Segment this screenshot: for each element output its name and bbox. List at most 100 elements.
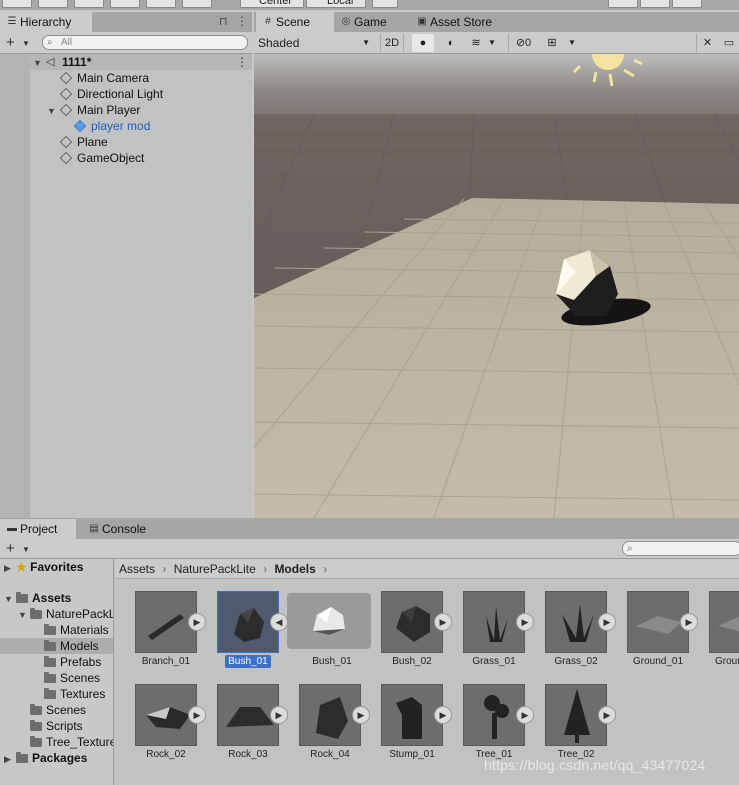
tree-item-prefabs[interactable]: Prefabs xyxy=(44,654,101,670)
hierarchy-item-main-player[interactable]: Main Player xyxy=(59,102,140,118)
tab-asset-store[interactable]: ▣ Asset Store xyxy=(410,12,510,32)
create-plus-icon[interactable]: + xyxy=(6,35,15,50)
expand-triangle-icon[interactable]: ▼ xyxy=(33,58,42,68)
tree-item-scenes[interactable]: Scenes xyxy=(30,702,86,718)
play-button[interactable] xyxy=(608,0,638,8)
hierarchy-item-main-camera[interactable]: Main Camera xyxy=(59,70,149,86)
rotate-tool-button[interactable] xyxy=(74,0,104,8)
rect-tool-button[interactable] xyxy=(146,0,176,8)
shading-mode-dropdown[interactable]: Shaded ▼ xyxy=(256,34,374,52)
pivot-center-toggle[interactable]: Center xyxy=(240,0,304,8)
asset-tile[interactable]: ▶ Rock_03 xyxy=(213,684,293,770)
expand-arrow-icon[interactable]: ▶ xyxy=(434,706,452,724)
scene-viewport[interactable] xyxy=(254,54,739,518)
snap-button[interactable] xyxy=(372,0,398,8)
tree-item-textures[interactable]: Textures xyxy=(44,686,105,702)
hierarchy-item-plane[interactable]: Plane xyxy=(59,134,108,150)
tree-item-assets[interactable]: Assets xyxy=(16,590,71,606)
tab-project[interactable]: ▬ Project xyxy=(0,519,76,539)
asset-tile[interactable]: ▶ Grass_02 xyxy=(541,591,621,677)
hidden-objects-toggle[interactable]: ⊘0 xyxy=(508,34,538,52)
lock-icon[interactable]: ⊓ xyxy=(219,15,228,28)
asset-label: Bush_01 xyxy=(213,655,283,668)
breadcrumb-models[interactable]: Models xyxy=(274,562,315,576)
unity-scene-icon: ◁ xyxy=(46,56,55,68)
tree-item-naturepacklite[interactable]: NaturePackLite xyxy=(30,606,113,622)
collapsed-triangle-icon[interactable]: ▶ xyxy=(4,563,11,574)
tree-item-scenes-sub[interactable]: Scenes xyxy=(44,670,100,686)
expand-triangle-icon[interactable]: ▼ xyxy=(18,610,27,620)
tree-item-scripts[interactable]: Scripts xyxy=(30,718,83,734)
hierarchy-panel: ☰ Hierarchy ⊓ ⋮ + ▼ ⌕ All ▼ ◁ 1111* ⋮ Ma… xyxy=(0,12,252,518)
move-tool-button[interactable] xyxy=(38,0,68,8)
transform-tool-button[interactable] xyxy=(182,0,212,8)
expand-triangle-icon[interactable]: ▼ xyxy=(47,106,56,116)
tree-item-packages[interactable]: Packages xyxy=(16,750,87,766)
step-button[interactable] xyxy=(672,0,702,8)
camera-icon[interactable]: ▭ xyxy=(720,34,738,52)
hierarchy-item-player-mod[interactable]: player mod xyxy=(73,118,150,134)
asset-tile[interactable]: ▶ Stump_01 xyxy=(377,684,457,770)
project-search-input[interactable]: ⌕ xyxy=(622,541,739,556)
expand-arrow-icon[interactable]: ▶ xyxy=(516,706,534,724)
breadcrumb-assets[interactable]: Assets xyxy=(119,562,155,576)
2d-toggle-button[interactable]: 2D xyxy=(380,34,404,52)
expand-arrow-icon[interactable]: ▶ xyxy=(352,706,370,724)
tree-item-tree-textures[interactable]: Tree_Textures xyxy=(30,734,113,750)
chevron-down-icon[interactable]: ▼ xyxy=(566,34,578,52)
asset-tile-selected[interactable]: ◀ Bush_01 xyxy=(213,591,293,677)
expand-arrow-icon[interactable]: ▶ xyxy=(598,706,616,724)
scene-menu-icon[interactable]: ⋮ xyxy=(236,55,248,69)
expand-arrow-icon[interactable]: ▶ xyxy=(270,706,288,724)
hierarchy-toolbar: + ▼ ⌕ All xyxy=(0,32,252,54)
hierarchy-tab-bar: ☰ Hierarchy ⊓ ⋮ xyxy=(0,12,252,32)
expand-arrow-icon[interactable]: ▶ xyxy=(516,613,534,631)
kebab-menu-icon[interactable]: ⋮ xyxy=(236,14,248,28)
tab-console[interactable]: ▤ Console xyxy=(82,519,162,539)
scale-tool-button[interactable] xyxy=(110,0,140,8)
folder-icon: ▬ xyxy=(7,523,17,534)
expand-arrow-icon[interactable]: ▶ xyxy=(680,613,698,631)
grid-snap-icon[interactable]: ⊞ xyxy=(542,34,562,52)
expand-arrow-icon[interactable]: ▶ xyxy=(598,613,616,631)
chevron-down-icon[interactable]: ▼ xyxy=(22,545,30,554)
asset-tile[interactable]: ▶ Bush_02 xyxy=(377,591,457,677)
tab-hierarchy[interactable]: ☰ Hierarchy xyxy=(0,12,92,32)
expand-arrow-icon[interactable]: ▶ xyxy=(188,613,206,631)
create-plus-icon[interactable]: + xyxy=(6,541,15,556)
tree-label: Scenes xyxy=(60,671,101,685)
breadcrumb-naturepacklite[interactable]: NaturePackLite xyxy=(174,562,256,576)
hierarchy-item-directional-light[interactable]: Directional Light xyxy=(59,86,163,102)
asset-tile[interactable]: ▶ Rock_04 xyxy=(295,684,375,770)
chevron-down-icon[interactable]: ▼ xyxy=(22,39,30,48)
asset-tile[interactable]: ▶ Branch_01 xyxy=(131,591,211,677)
collapsed-triangle-icon[interactable]: ▶ xyxy=(4,754,11,765)
tree-item-models[interactable]: Models xyxy=(0,638,113,654)
asset-tile[interactable]: ▶ Ground_01 xyxy=(623,591,703,677)
pivot-local-toggle[interactable]: Local xyxy=(306,0,366,8)
hierarchy-item-gameobject[interactable]: GameObject xyxy=(59,150,144,166)
lighting-bulb-icon[interactable]: ● xyxy=(412,34,434,52)
effects-layers-icon[interactable]: ≋ xyxy=(466,34,486,52)
asset-tile-expanded[interactable]: Bush_01 xyxy=(287,591,371,677)
expand-arrow-icon[interactable]: ▶ xyxy=(434,613,452,631)
pause-button[interactable] xyxy=(640,0,670,8)
asset-tile[interactable]: Ground_02 xyxy=(705,591,739,677)
tools-icon[interactable]: ✕ xyxy=(696,34,718,52)
hidden-count: 0 xyxy=(525,37,532,49)
expand-triangle-icon[interactable]: ▼ xyxy=(4,594,13,604)
asset-tile[interactable]: ▶ Grass_01 xyxy=(459,591,539,677)
tab-scene[interactable]: # Scene xyxy=(256,12,334,32)
tab-project-label: Project xyxy=(20,522,58,536)
hierarchy-search-input[interactable]: ⌕ All xyxy=(42,35,248,50)
asset-tile[interactable]: ▶ Rock_02 xyxy=(131,684,211,770)
expand-arrow-icon[interactable]: ▶ xyxy=(188,706,206,724)
collapse-arrow-icon[interactable]: ◀ xyxy=(270,613,288,631)
tree-item-favorites[interactable]: ★ Favorites xyxy=(16,559,83,575)
gameobject-cube-icon xyxy=(59,87,73,101)
hand-tool-button[interactable] xyxy=(2,0,32,8)
chevron-down-icon[interactable]: ▼ xyxy=(486,34,498,52)
audio-speaker-icon[interactable]: ◖ xyxy=(440,34,460,52)
tab-game[interactable]: ◎ Game xyxy=(334,12,410,32)
tree-item-materials[interactable]: Materials xyxy=(44,622,109,638)
